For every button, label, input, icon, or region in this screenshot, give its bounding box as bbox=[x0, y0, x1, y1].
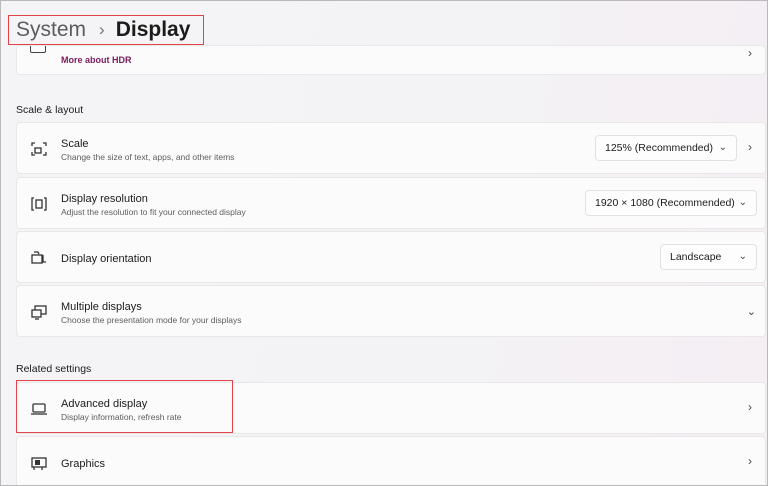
resolution-icon bbox=[31, 197, 47, 211]
orientation-dropdown[interactable]: Landscape ⌄ bbox=[660, 244, 757, 270]
scale-row: Scale Change the size of text, apps, and… bbox=[16, 122, 766, 174]
scale-icon bbox=[31, 142, 47, 156]
settings-window: System › Display More about HDR › Scale … bbox=[0, 0, 768, 486]
orientation-icon bbox=[31, 251, 46, 264]
hdr-card[interactable]: More about HDR › bbox=[16, 45, 766, 75]
orientation-value: Landscape bbox=[670, 251, 722, 263]
advanced-display-title: Advanced display bbox=[61, 398, 148, 410]
resolution-value: 1920 × 1080 (Recommended) bbox=[595, 197, 735, 209]
scale-value: 125% (Recommended) bbox=[605, 142, 713, 154]
chevron-down-icon: ⌄ bbox=[718, 142, 727, 153]
display-resolution-row: Display resolution Adjust the resolution… bbox=[16, 177, 766, 229]
multiple-displays-subtitle: Choose the presentation mode for your di… bbox=[61, 315, 242, 325]
advanced-display-row[interactable]: Advanced display Display information, re… bbox=[16, 382, 766, 434]
page-title: Display bbox=[115, 18, 191, 41]
multiple-displays-title: Multiple displays bbox=[61, 301, 142, 313]
more-about-hdr-link[interactable]: More about HDR bbox=[61, 55, 132, 65]
graphics-card-icon bbox=[31, 457, 47, 470]
section-title-scale-layout: Scale & layout bbox=[16, 104, 84, 116]
hdr-icon bbox=[30, 46, 46, 53]
graphics-row[interactable]: Graphics › bbox=[16, 436, 766, 485]
breadcrumb-system[interactable]: System bbox=[16, 18, 86, 42]
chevron-right-icon: › bbox=[748, 454, 752, 468]
scale-subtitle: Change the size of text, apps, and other… bbox=[61, 152, 235, 162]
chevron-down-icon: ⌄ bbox=[738, 197, 747, 208]
chevron-down-icon: ⌄ bbox=[738, 251, 747, 262]
monitor-icon bbox=[31, 403, 47, 415]
scale-dropdown[interactable]: 125% (Recommended) ⌄ bbox=[595, 135, 737, 161]
display-orientation-row: Display orientation Landscape ⌄ bbox=[16, 231, 766, 283]
scale-title: Scale bbox=[61, 138, 89, 150]
chevron-down-icon[interactable]: ⌄ bbox=[747, 305, 756, 318]
section-title-related-settings: Related settings bbox=[16, 363, 92, 375]
multiple-displays-row[interactable]: Multiple displays Choose the presentatio… bbox=[16, 285, 766, 337]
resolution-subtitle: Adjust the resolution to fit your connec… bbox=[61, 207, 246, 217]
breadcrumb: System › Display bbox=[8, 15, 204, 45]
resolution-title: Display resolution bbox=[61, 193, 148, 205]
resolution-dropdown[interactable]: 1920 × 1080 (Recommended) ⌄ bbox=[585, 190, 757, 216]
orientation-title: Display orientation bbox=[61, 253, 152, 265]
chevron-right-icon: › bbox=[748, 400, 752, 414]
graphics-title: Graphics bbox=[61, 458, 106, 470]
multiple-displays-icon bbox=[31, 305, 47, 320]
chevron-right-icon: › bbox=[748, 46, 752, 60]
advanced-display-subtitle: Display information, refresh rate bbox=[61, 412, 182, 422]
breadcrumb-separator-icon: › bbox=[99, 20, 105, 39]
chevron-right-icon[interactable]: › bbox=[748, 140, 752, 154]
